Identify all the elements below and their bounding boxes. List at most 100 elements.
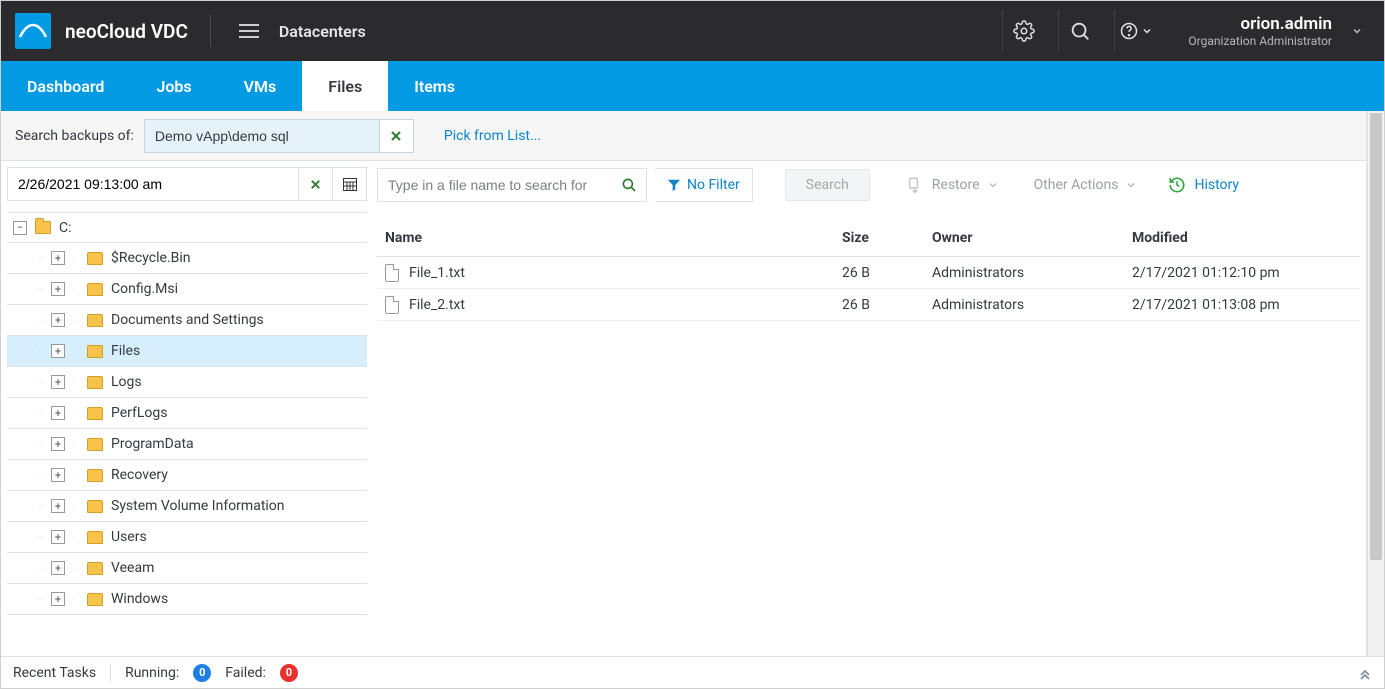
expand-icon[interactable] <box>51 468 65 482</box>
tree-item[interactable]: ···Recovery <box>7 460 367 491</box>
filter-icon <box>667 178 681 192</box>
tree-connector: ·· <box>37 316 47 325</box>
pick-from-list-link[interactable]: Pick from List... <box>444 128 541 144</box>
expand-icon[interactable] <box>51 313 65 327</box>
recent-tasks-label[interactable]: Recent Tasks <box>13 665 96 681</box>
search-icon <box>1069 20 1091 42</box>
table-row[interactable]: File_1.txt26 BAdministrators2/17/2021 01… <box>377 257 1360 289</box>
tree-item[interactable]: ···Config.Msi <box>7 274 367 305</box>
tree-item[interactable]: ···Logs <box>7 367 367 398</box>
tree-item-label: C: <box>59 220 72 236</box>
file-icon <box>385 264 399 282</box>
product-name: neoCloud VDC <box>65 20 188 43</box>
restore-point-input[interactable] <box>8 176 298 192</box>
tree-item-label: Veeam <box>111 560 154 576</box>
breadcrumb[interactable]: Datacenters <box>279 22 366 41</box>
tab-jobs[interactable]: Jobs <box>130 61 217 111</box>
tab-items[interactable]: Items <box>388 61 481 111</box>
other-actions-label: Other Actions <box>1034 177 1119 193</box>
tab-dashboard[interactable]: Dashboard <box>1 61 130 111</box>
tree-connector: · <box>69 471 79 480</box>
backup-scope-bar: Search backups of: Pick from List... <box>1 111 1366 161</box>
expand-icon[interactable] <box>51 530 65 544</box>
tree-connector: ·· <box>37 285 47 294</box>
tab-vms[interactable]: VMs <box>218 61 303 111</box>
global-search-button[interactable] <box>1058 10 1100 52</box>
failed-label: Failed: <box>225 665 266 681</box>
backup-scope-input[interactable] <box>145 128 379 144</box>
tree-item[interactable]: ···Files <box>7 336 367 367</box>
expand-icon[interactable] <box>51 282 65 296</box>
calendar-button[interactable] <box>332 168 366 200</box>
col-owner[interactable]: Owner <box>932 230 1132 246</box>
expand-icon[interactable] <box>51 499 65 513</box>
backup-scope-field[interactable] <box>144 119 414 153</box>
chevron-double-up-icon <box>1358 666 1372 680</box>
menu-toggle-icon[interactable] <box>233 18 265 44</box>
expand-icon[interactable] <box>51 592 65 606</box>
filter-button[interactable]: No Filter <box>655 168 753 202</box>
tree-item[interactable]: ···Documents and Settings <box>7 305 367 336</box>
tree-item[interactable]: ···$Recycle.Bin <box>7 243 367 274</box>
folder-icon <box>87 407 103 420</box>
filter-label: No Filter <box>687 177 740 193</box>
tree-connector: · <box>69 502 79 511</box>
expand-icon[interactable] <box>51 375 65 389</box>
expand-status-button[interactable] <box>1358 666 1372 680</box>
expand-icon[interactable] <box>51 344 65 358</box>
expand-icon[interactable] <box>51 437 65 451</box>
collapse-icon[interactable] <box>13 221 27 235</box>
user-menu[interactable]: orion.admin Organization Administrator <box>1170 14 1332 49</box>
file-name: File_1.txt <box>409 265 465 281</box>
folder-icon <box>87 252 103 265</box>
tree-item[interactable]: ···PerfLogs <box>7 398 367 429</box>
file-search-submit[interactable] <box>612 176 646 194</box>
tree-connector: · <box>69 316 79 325</box>
tab-files[interactable]: Files <box>302 61 388 111</box>
tree-item[interactable]: ···System Volume Information <box>7 491 367 522</box>
close-icon <box>389 129 403 143</box>
tree-item[interactable]: ···ProgramData <box>7 429 367 460</box>
search-button[interactable]: Search <box>785 169 870 201</box>
expand-icon[interactable] <box>51 251 65 265</box>
expand-icon[interactable] <box>51 406 65 420</box>
expand-icon[interactable] <box>51 561 65 575</box>
clear-date-button[interactable] <box>298 168 332 200</box>
table-row[interactable]: File_2.txt26 BAdministrators2/17/2021 01… <box>377 289 1360 321</box>
tree-item-label: Documents and Settings <box>111 312 264 328</box>
tree-item[interactable]: ···Users <box>7 522 367 553</box>
tree-connector: ·· <box>37 254 47 263</box>
tree-connector: · <box>69 409 79 418</box>
tree-connector: ·· <box>37 502 47 511</box>
close-icon <box>309 178 322 191</box>
col-size[interactable]: Size <box>842 230 932 246</box>
running-count-badge: 0 <box>193 664 211 682</box>
help-button[interactable] <box>1114 10 1156 52</box>
clear-scope-button[interactable] <box>379 120 413 152</box>
history-icon <box>1168 176 1186 194</box>
col-modified[interactable]: Modified <box>1132 230 1352 246</box>
table-header: Name Size Owner Modified <box>377 219 1360 257</box>
scrollbar[interactable] <box>1367 111 1384 656</box>
other-actions-button[interactable]: Other Actions <box>1034 177 1137 193</box>
restore-point-field[interactable] <box>7 167 367 201</box>
history-button[interactable]: History <box>1168 176 1239 194</box>
user-role: Organization Administrator <box>1188 34 1332 48</box>
settings-button[interactable] <box>1002 10 1044 52</box>
tree-item[interactable]: ···Veeam <box>7 553 367 584</box>
col-name[interactable]: Name <box>385 230 842 246</box>
tree-connector: · <box>69 595 79 604</box>
tree-root[interactable]: C: <box>7 212 367 243</box>
tree-item-label: Windows <box>111 591 168 607</box>
backup-scope-label: Search backups of: <box>15 128 134 144</box>
tree-item-label: Config.Msi <box>111 281 178 297</box>
help-icon <box>1119 21 1139 41</box>
restore-button[interactable]: Restore <box>906 176 998 194</box>
tree-connector: ·· <box>37 595 47 604</box>
tree-connector: ·· <box>37 409 47 418</box>
file-search-field[interactable] <box>377 168 647 202</box>
tree-connector: · <box>69 285 79 294</box>
folder-icon <box>87 345 103 358</box>
file-search-input[interactable] <box>378 177 612 193</box>
tree-item[interactable]: ···Windows <box>7 584 367 615</box>
